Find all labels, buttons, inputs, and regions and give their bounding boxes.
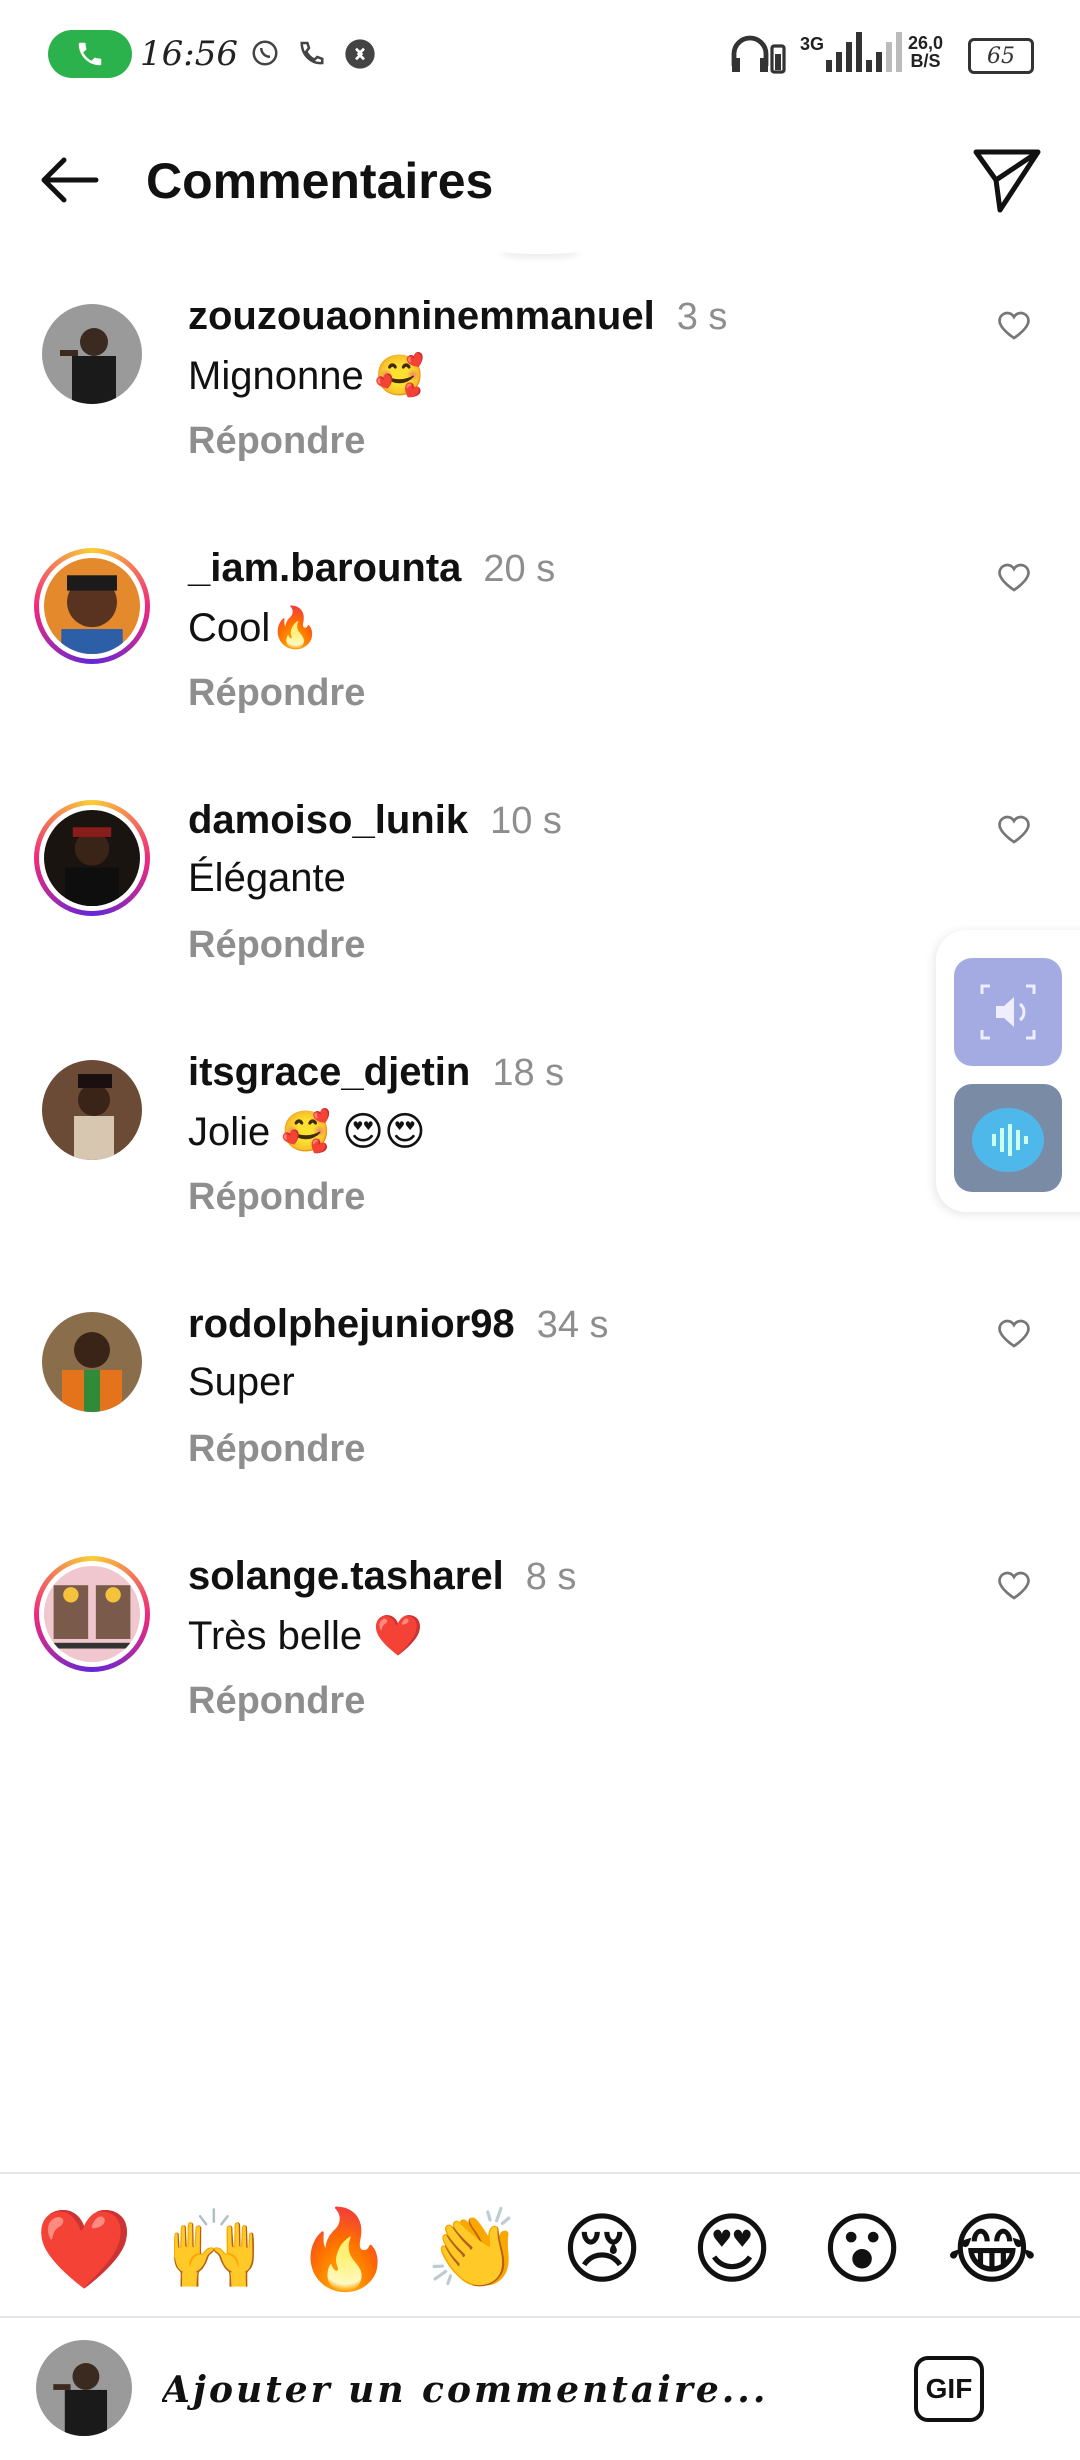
emoji-heart[interactable]: ❤️ xyxy=(34,2204,134,2294)
signal-icon xyxy=(826,32,862,72)
comment-text: Cool🔥 xyxy=(188,606,321,650)
shazam-icon xyxy=(345,39,375,69)
comment-text: Élégante xyxy=(188,856,346,900)
comment-username[interactable]: itsgrace_djetin xyxy=(188,1050,470,1094)
comment-time: 3 s xyxy=(676,296,728,338)
network-speed: 26,0 B/S xyxy=(908,34,943,70)
comment-item: solange.tasharel 8 s Très belle ❤️ Répond… xyxy=(0,1528,1080,1780)
heart-icon[interactable] xyxy=(996,560,1032,596)
avatar[interactable] xyxy=(42,1312,142,1412)
reply-button[interactable]: Répondre xyxy=(188,672,365,715)
emoji-laughing[interactable]: 😂 xyxy=(942,2204,1042,2294)
voice-assistant-button[interactable] xyxy=(954,1084,1062,1192)
comment-meta: damoiso_lunik 10 s xyxy=(188,798,562,843)
emoji-sad[interactable]: 😢 xyxy=(552,2204,652,2294)
heart-icon[interactable] xyxy=(996,308,1032,344)
comment-username[interactable]: _iam.barounta xyxy=(188,546,461,590)
avatar[interactable] xyxy=(42,304,142,404)
reply-button[interactable]: Répondre xyxy=(188,420,365,463)
comment-text: Très belle ❤️ xyxy=(188,1614,424,1658)
comment-time: 20 s xyxy=(483,548,556,590)
comment-time: 34 s xyxy=(536,1304,609,1346)
header-shadow xyxy=(500,246,580,254)
emoji-surprised[interactable]: 😮 xyxy=(812,2204,912,2294)
battery-indicator: 65 xyxy=(968,38,1034,74)
comment-item: damoiso_lunik 10 s Élégante Répondre xyxy=(0,772,1080,1024)
emoji-raised-hands[interactable]: 🙌 xyxy=(164,2204,264,2294)
my-avatar xyxy=(36,2340,132,2436)
divider xyxy=(0,2172,1080,2174)
emoji-clap[interactable]: 👏 xyxy=(424,2204,524,2294)
gif-button[interactable]: GIF xyxy=(914,2356,984,2422)
comment-item: _iam.barounta 20 s Cool🔥 Répondre xyxy=(0,520,1080,772)
quick-emoji-bar: ❤️ 🙌 🔥 👏 😢 😍 😮 😂 xyxy=(0,2176,1080,2316)
comment-composer: GIF xyxy=(0,2318,1080,2460)
voice-wave-icon xyxy=(972,1108,1044,1172)
send-icon[interactable] xyxy=(970,142,1046,218)
header: Commentaires xyxy=(0,120,1080,240)
avatar[interactable] xyxy=(42,1060,142,1160)
comment-input[interactable] xyxy=(160,2354,864,2426)
whatsapp-icon xyxy=(252,40,278,66)
emoji-heart-eyes[interactable]: 😍 xyxy=(682,2204,782,2294)
comment-username[interactable]: zouzouaonninemmanuel xyxy=(188,294,655,338)
heart-icon[interactable] xyxy=(996,812,1032,848)
emoji-fire[interactable]: 🔥 xyxy=(294,2204,394,2294)
reply-button[interactable]: Répondre xyxy=(188,1176,365,1219)
ongoing-call-indicator[interactable] xyxy=(48,30,132,78)
network-type: 3G xyxy=(800,34,825,54)
missed-call-icon xyxy=(300,41,324,65)
reply-button[interactable]: Répondre xyxy=(188,1680,365,1723)
avatar[interactable] xyxy=(34,1556,150,1672)
heart-icon[interactable] xyxy=(996,1568,1032,1604)
status-bar: 16:56 3G 26,0 B/S 65 xyxy=(0,0,1080,110)
comment-item: zouzouaonninemmanuel 3 s Mignonne 🥰 Répon… xyxy=(0,268,1080,520)
comment-username[interactable]: damoiso_lunik xyxy=(188,798,468,842)
heart-icon[interactable] xyxy=(996,1316,1032,1352)
back-arrow-icon[interactable] xyxy=(34,144,106,216)
screen-audio-button[interactable] xyxy=(954,958,1062,1066)
comment-username[interactable]: solange.tasharel xyxy=(188,1554,504,1598)
comment-item: itsgrace_djetin 18 s Jolie 🥰 😍😍 Répondre xyxy=(0,1024,1080,1276)
reply-button[interactable]: Répondre xyxy=(188,924,365,967)
clock: 16:56 xyxy=(140,34,238,74)
comment-text: Jolie 🥰 😍😍 xyxy=(188,1110,426,1154)
comment-username[interactable]: rodolphejunior98 xyxy=(188,1302,515,1346)
phone-icon xyxy=(78,42,102,66)
comment-text: Super xyxy=(188,1360,295,1404)
signal-icon-secondary xyxy=(866,32,902,72)
page-title: Commentaires xyxy=(146,153,494,209)
speaker-capture-icon xyxy=(980,984,1036,1040)
reply-button[interactable]: Répondre xyxy=(188,1428,365,1471)
headphones-battery-icon xyxy=(731,35,786,74)
comment-meta: _iam.barounta 20 s xyxy=(188,546,555,591)
comment-meta: solange.tasharel 8 s xyxy=(188,1554,576,1599)
comment-meta: itsgrace_djetin 18 s xyxy=(188,1050,564,1095)
comment-time: 8 s xyxy=(525,1556,577,1598)
avatar[interactable] xyxy=(34,800,150,916)
comment-text: Mignonne 🥰 xyxy=(188,354,425,398)
comment-meta: zouzouaonninemmanuel 3 s xyxy=(188,294,727,339)
avatar[interactable] xyxy=(34,548,150,664)
comment-meta: rodolphejunior98 34 s xyxy=(188,1302,609,1347)
comment-item: rodolphejunior98 34 s Super Répondre xyxy=(0,1276,1080,1528)
comment-time: 18 s xyxy=(492,1052,565,1094)
network-speed-value: 26,0 xyxy=(908,33,944,53)
network-speed-unit: B/S xyxy=(910,51,941,71)
comment-time: 10 s xyxy=(490,800,562,842)
